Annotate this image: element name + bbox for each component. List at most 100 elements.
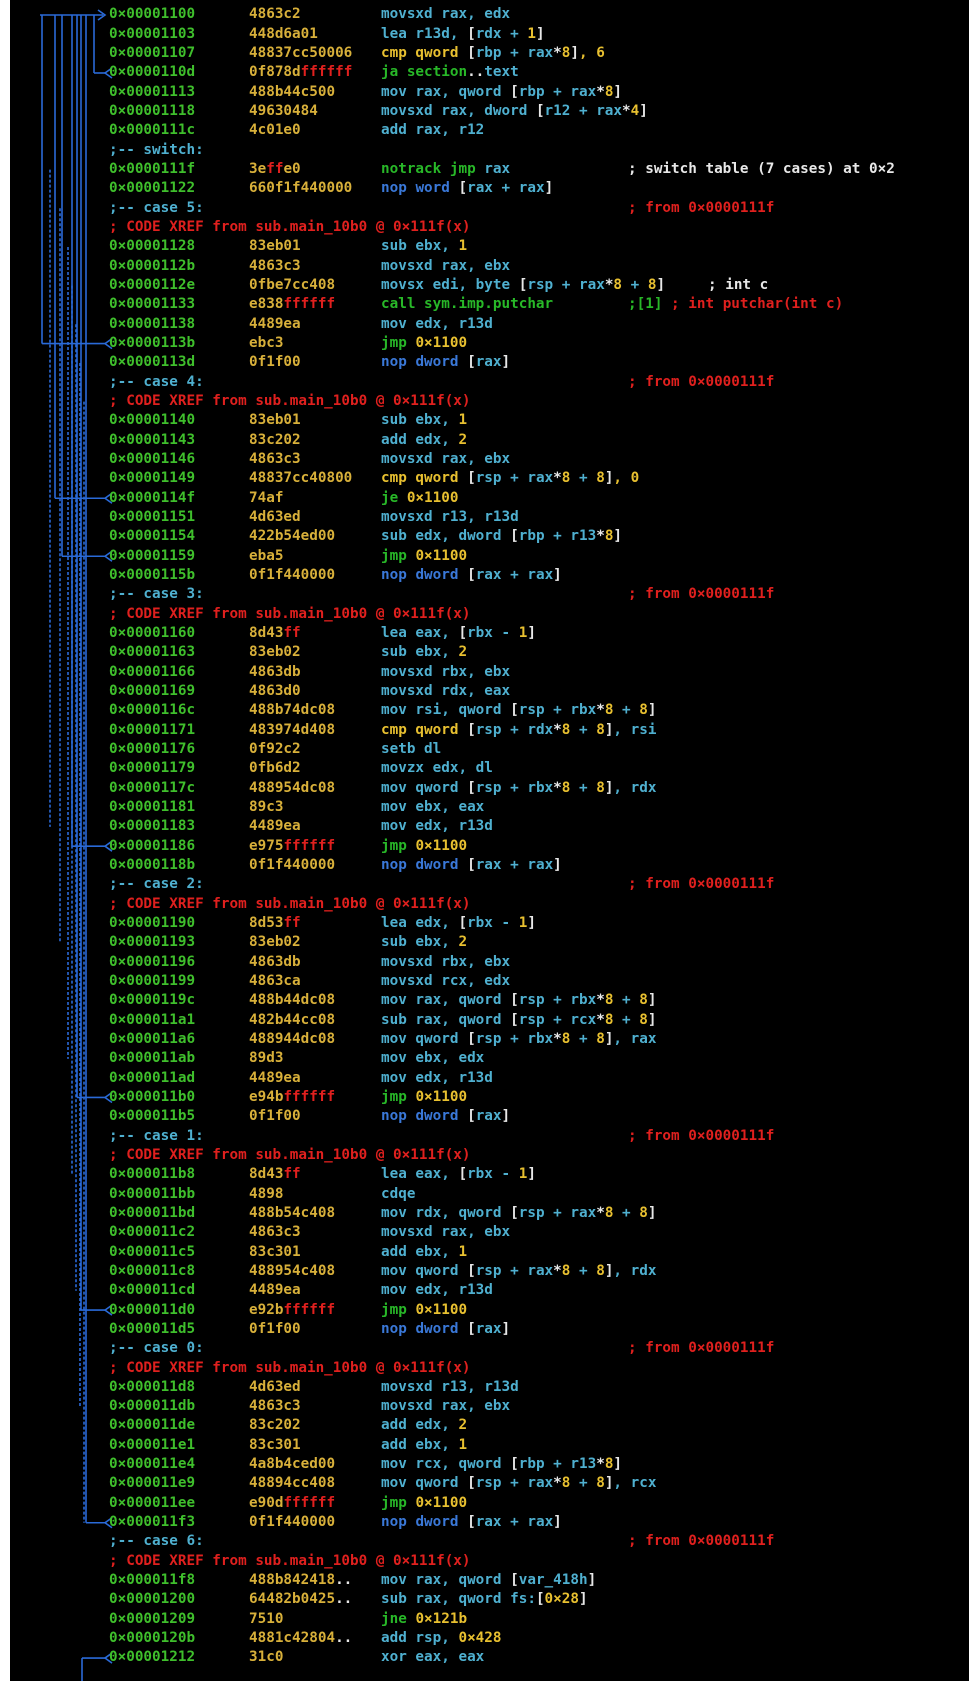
instruction-text-part: [ [467, 1262, 476, 1279]
instruction-row[interactable]: 0×000011a6 488944dc08 mov qword [rsp + rbx… [10, 1030, 969, 1049]
instruction-row[interactable]: 0×00001200 64482b0425.. sub rax, qword fs:… [10, 1590, 969, 1609]
instruction-row[interactable]: 0×000011de 83c202 add edx, 2 [10, 1416, 969, 1435]
instruction-row[interactable]: 0×0000118b 0f1f440000 nop dword [rax + rax… [10, 856, 969, 875]
instruction-row[interactable]: 0×00001151 4d63ed movsxd r13, r13d [10, 508, 969, 527]
instruction-row[interactable]: 0×00001160 8d43ff lea eax, [rbx - 1] [10, 624, 969, 643]
code-xref-row[interactable]: ; CODE XREF from sub.main_10b0 @ 0×111f(… [10, 218, 969, 237]
code-xref-row[interactable]: ; CODE XREF from sub.main_10b0 @ 0×111f(… [10, 1359, 969, 1378]
instruction-row[interactable]: 0×00001149 48837cc40800 cmp qword [rsp + r… [10, 469, 969, 488]
instruction-row[interactable]: 0×00001128 83eb01 sub ebx, 1 [10, 237, 969, 256]
instruction-row[interactable]: 0×00001143 83c202 add edx, 2 [10, 431, 969, 450]
instruction-row[interactable]: 0×0000112e 0fbe7cc408 movsx edi, byte [rsp… [10, 276, 969, 295]
instruction-row[interactable]: 0×00001113 488b44c500 mov rax, qword [rbp … [10, 83, 969, 102]
instruction-row[interactable]: 0×00001190 8d53ff lea edx, [rbx - 1] [10, 914, 969, 933]
flag-label-row[interactable]: ;-- case 1: ; from 0×0000111f [10, 1127, 969, 1146]
instruction-row[interactable]: 0×000011c5 83c301 add ebx, 1 [10, 1243, 969, 1262]
instruction-row[interactable]: 0×00001171 483974d408 cmp qword [rsp + rdx… [10, 721, 969, 740]
instruction-row[interactable]: 0×00001107 48837cc50006 cmp qword [rbp + r… [10, 44, 969, 63]
instruction-text-part: mov rsi, qword [381, 702, 511, 719]
instruction-row[interactable]: 0×000011bd 488b54c408 mov rdx, qword [rsp … [10, 1204, 969, 1223]
instruction-row[interactable]: 0×00001159 eba5 jmp 0×1100 [10, 547, 969, 566]
flag-label-row[interactable]: ;-- switch: [10, 141, 969, 160]
instruction-row[interactable]: 0×00001183 4489ea mov edx, r13d [10, 817, 969, 836]
code-xref-row[interactable]: ; CODE XREF from sub.main_10b0 @ 0×111f(… [10, 1552, 969, 1571]
instruction-row[interactable]: 0×0000119c 488b44dc08 mov rax, qword [rsp … [10, 991, 969, 1010]
code-xref-row[interactable]: ; CODE XREF from sub.main_10b0 @ 0×111f(… [10, 1146, 969, 1165]
instruction-row[interactable]: 0×000011b5 0f1f00 nop dword [rax] [10, 1107, 969, 1126]
instruction-text-part: 0×1100 [415, 837, 468, 854]
instruction-comment: ; switch table (7 cases) at 0×2 [628, 161, 895, 178]
instruction-row[interactable]: 0×000011c2 4863c3 movsxd rax, ebx [10, 1223, 969, 1242]
instruction-row[interactable]: 0×00001212 31c0 xor eax, eax [10, 1648, 969, 1667]
instruction-text-part: 0×428 [458, 1630, 502, 1647]
instruction-row[interactable]: 0×000011b0 e94bffffff jmp 0×1100 [10, 1088, 969, 1107]
flag-label-row[interactable]: ;-- case 4: ; from 0×0000111f [10, 373, 969, 392]
instruction-row[interactable]: 0×000011f8 488b842418.. mov rax, qword [va… [10, 1571, 969, 1590]
instruction-row[interactable]: 0×00001181 89c3 mov ebx, eax [10, 798, 969, 817]
instruction-row[interactable]: 0×0000111c 4c01e0 add rax, r12 [10, 121, 969, 140]
instruction-row[interactable]: 0×000011e9 48894cc408 mov qword [rsp + rax… [10, 1474, 969, 1493]
instruction-row[interactable]: 0×0000116c 488b74dc08 mov rsi, qword [rsp … [10, 701, 969, 720]
instruction-row[interactable]: 0×0000111f 3effe0 notrack jmp rax ; switch … [10, 160, 969, 179]
code-xref-row[interactable]: ; CODE XREF from sub.main_10b0 @ 0×111f(… [10, 605, 969, 624]
instruction-row[interactable]: 0×00001103 448d6a01 lea r13d, [rdx + 1] [10, 25, 969, 44]
flag-label-row[interactable]: ;-- case 0: ; from 0×0000111f [10, 1339, 969, 1358]
instruction-text: movsxd rax, ebx [381, 450, 510, 469]
flag-label-row[interactable]: ;-- case 2: ; from 0×0000111f [10, 875, 969, 894]
instruction-text-part: * [553, 721, 562, 738]
instruction-row[interactable]: 0×00001146 4863c3 movsxd rax, ebx [10, 450, 969, 469]
instruction-row[interactable]: 0×00001163 83eb02 sub ebx, 2 [10, 643, 969, 662]
instruction-row[interactable]: 0×000011d0 e92bffffff jmp 0×1100 [10, 1301, 969, 1320]
instruction-row[interactable]: 0×000011cd 4489ea mov edx, r13d [10, 1281, 969, 1300]
instruction-row[interactable]: 0×00001166 4863db movsxd rbx, ebx [10, 663, 969, 682]
instruction-row[interactable]: 0×000011f3 0f1f440000 nop dword [rax + rax… [10, 1513, 969, 1532]
instruction-row[interactable]: 0×0000113b ebc3 jmp 0×1100 [10, 334, 969, 353]
instruction-bytes-part: eba5 [249, 547, 284, 564]
code-xref-row[interactable]: ; CODE XREF from sub.main_10b0 @ 0×111f(… [10, 392, 969, 411]
instruction-row[interactable]: 0×0000117c 488954dc08 mov qword [rsp + rbx… [10, 779, 969, 798]
instruction-row[interactable]: 0×00001100 4863c2 movsxd rax, edx [10, 5, 969, 24]
instruction-row[interactable]: 0×000011e1 83c301 add ebx, 1 [10, 1436, 969, 1455]
instruction-row[interactable]: 0×000011ee e90dffffff jmp 0×1100 [10, 1494, 969, 1513]
instruction-row[interactable]: 0×000011db 4863c3 movsxd rax, ebx [10, 1397, 969, 1416]
instruction-row[interactable]: 0×00001133 e838ffffff call sym.imp.putchar… [10, 295, 969, 314]
flag-label-row[interactable]: ;-- case 6: ; from 0×0000111f [10, 1532, 969, 1551]
instruction-row[interactable]: 0×0000110d 0f878dffffff ja section..text [10, 63, 969, 82]
instruction-row[interactable]: 0×000011ab 89d3 mov ebx, edx [10, 1049, 969, 1068]
instruction-row[interactable]: 0×00001199 4863ca movsxd rcx, edx [10, 972, 969, 991]
instruction-row[interactable]: 0×0000112b 4863c3 movsxd rax, ebx [10, 257, 969, 276]
instruction-row[interactable]: 0×000011ad 4489ea mov edx, r13d [10, 1069, 969, 1088]
instruction-row[interactable]: 0×00001122 660f1f440000 nop word [rax + ra… [10, 179, 969, 198]
instruction-row[interactable]: 0×00001169 4863d0 movsxd rdx, eax [10, 682, 969, 701]
instruction-row[interactable]: 0×00001193 83eb02 sub ebx, 2 [10, 933, 969, 952]
instruction-row[interactable]: 0×000011bb 4898 cdqe [10, 1185, 969, 1204]
instruction-row[interactable]: 0×000011d5 0f1f00 nop dword [rax] [10, 1320, 969, 1339]
code-xref-row[interactable]: ; CODE XREF from sub.main_10b0 @ 0×111f(… [10, 895, 969, 914]
instruction-text-part: 1 [458, 1436, 468, 1453]
flag-label-row[interactable]: ;-- case 5: ; from 0×0000111f [10, 199, 969, 218]
instruction-row[interactable]: 0×00001186 e975ffffff jmp 0×1100 [10, 837, 969, 856]
instruction-row[interactable]: 0×00001209 7510 jne 0×121b [10, 1610, 969, 1629]
instruction-row[interactable]: 0×00001179 0fb6d2 movzx edx, dl [10, 759, 969, 778]
instruction-row[interactable]: 0×000011b8 8d43ff lea eax, [rbx - 1] [10, 1165, 969, 1184]
instruction-row[interactable]: 0×00001196 4863db movsxd rbx, ebx [10, 953, 969, 972]
instruction-row[interactable]: 0×00001176 0f92c2 setb dl [10, 740, 969, 759]
instruction-row[interactable]: 0×00001138 4489ea mov edx, r13d [10, 315, 969, 334]
instruction-row[interactable]: 0×000011d8 4d63ed movsxd r13, r13d [10, 1378, 969, 1397]
instruction-row[interactable]: 0×000011c8 488954c408 mov qword [rsp + rax… [10, 1262, 969, 1281]
instruction-row[interactable]: 0×000011a1 482b44cc08 sub rax, qword [rsp … [10, 1011, 969, 1030]
instruction-row[interactable]: 0×00001140 83eb01 sub ebx, 1 [10, 411, 969, 430]
instruction-row[interactable]: 0×0000114f 74af je 0×1100 [10, 489, 969, 508]
disassembly-view[interactable]: 0×00001100 4863c2 movsxd rax, edx 0×0000110… [10, 0, 969, 1681]
instruction-bytes: e90dffffff [249, 1494, 335, 1513]
instruction-text-part: * [553, 1030, 562, 1047]
instruction-row[interactable]: 0×0000120b 4881c42804.. add rsp, 0×428 [10, 1629, 969, 1648]
instruction-row[interactable]: 0×0000113d 0f1f00 nop dword [rax] [10, 353, 969, 372]
instruction-text: movsxd rdx, eax [381, 682, 510, 701]
instruction-text: mov qword [rsp + rax*8 + 8], rcx [381, 1474, 656, 1493]
instruction-row[interactable]: 0×00001118 49630484 movsxd rax, dword [r12… [10, 102, 969, 121]
instruction-row[interactable]: 0×0000115b 0f1f440000 nop dword [rax + rax… [10, 566, 969, 585]
flag-label-row[interactable]: ;-- case 3: ; from 0×0000111f [10, 585, 969, 604]
instruction-row[interactable]: 0×000011e4 4a8b4ced00 mov rcx, qword [rbp … [10, 1455, 969, 1474]
instruction-row[interactable]: 0×00001154 422b54ed00 sub edx, dword [rbp … [10, 527, 969, 546]
